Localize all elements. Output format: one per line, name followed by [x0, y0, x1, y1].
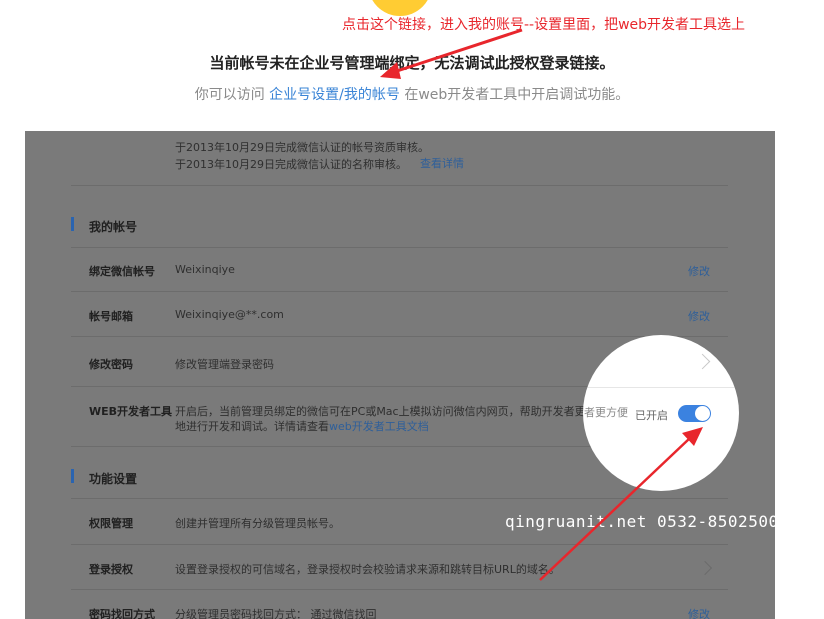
row-value-wechat: Weixinqiye	[175, 263, 235, 276]
webtool-toggle-switch[interactable]	[678, 405, 711, 422]
error-subline: 你可以访问 企业号设置/我的帐号 在web开发者工具中开启调试功能。	[0, 84, 824, 104]
divider	[583, 387, 739, 388]
row-value-permission[interactable]: 创建并管理所有分级管理员帐号。	[175, 515, 340, 531]
divider	[71, 589, 728, 590]
webtool-doc-prefix: 地进行开发和调试。详情请查看	[175, 420, 329, 433]
row-label-password-recovery: 密码找回方式	[89, 608, 155, 619]
row-label-permission: 权限管理	[89, 517, 133, 530]
section-marker	[71, 217, 74, 231]
divider	[71, 247, 728, 248]
subline-suffix: 在web开发者工具中开启调试功能。	[399, 87, 630, 103]
account-settings-link[interactable]: 企业号设置/我的帐号	[269, 87, 400, 103]
section-marker	[71, 469, 74, 483]
edit-wechat-button[interactable]: 修改	[688, 263, 710, 279]
divider	[71, 498, 728, 499]
spotlight-partial-text: 者更方便	[584, 406, 628, 419]
row-label-email: 帐号邮箱	[89, 310, 133, 323]
edit-recovery-button[interactable]: 修改	[688, 606, 710, 619]
watermark-text: qingruanit.net 0532-85025005	[505, 512, 789, 531]
row-value-email: Weixinqiye@**.com	[175, 308, 284, 321]
verify-line-2: 于2013年10月29日完成微信认证的名称审核。	[175, 158, 407, 171]
row-label-login-auth: 登录授权	[89, 563, 133, 576]
row-label-webtool: WEB开发者工具	[89, 405, 173, 418]
section-my-account: 我的帐号	[89, 220, 138, 234]
chevron-right-icon[interactable]	[694, 353, 711, 370]
row-value-login-auth[interactable]: 设置登录授权的可信域名，登录授权时会校验请求来源和跳转目标URL的域名。	[175, 561, 560, 577]
error-headline: 当前帐号未在企业号管理端绑定，无法调试此授权登录链接。	[209, 54, 615, 72]
row-value-webtool-line2: 地进行开发和调试。详情请查看web开发者工具文档	[175, 418, 429, 434]
row-label-password: 修改密码	[89, 358, 133, 371]
verify-detail-link[interactable]: 查看详情	[420, 155, 464, 171]
webtool-status-label: 已开启	[635, 409, 668, 422]
section-feature-settings: 功能设置	[89, 472, 138, 486]
annotation-note: 点击这个链接，进入我的账号--设置里面，把web开发者工具选上	[342, 17, 746, 33]
divider	[71, 544, 728, 545]
divider	[71, 336, 728, 337]
edit-email-button[interactable]: 修改	[688, 308, 710, 324]
row-value-password-recovery: 分级管理员密码找回方式： 通过微信找回	[175, 608, 377, 619]
row-label-wechat: 绑定微信帐号	[89, 265, 155, 278]
divider	[71, 185, 728, 186]
chevron-right-icon[interactable]	[697, 560, 713, 576]
row-value-webtool-line1: 开启后，当前管理员绑定的微信可在PC或Mac上模拟访问微信内网页，帮助开发者更方…	[175, 405, 608, 418]
row-value-password[interactable]: 修改管理端登录密码	[175, 356, 274, 372]
toggle-knob	[695, 406, 710, 421]
verify-line-1: 于2013年10月29日完成微信认证的帐号资质审核。	[175, 141, 429, 154]
webtool-doc-link[interactable]: web开发者工具文档	[329, 420, 429, 433]
divider	[71, 291, 728, 292]
subline-prefix: 你可以访问	[194, 87, 270, 103]
magnifier-spotlight: 者更方便 已开启	[583, 335, 739, 491]
